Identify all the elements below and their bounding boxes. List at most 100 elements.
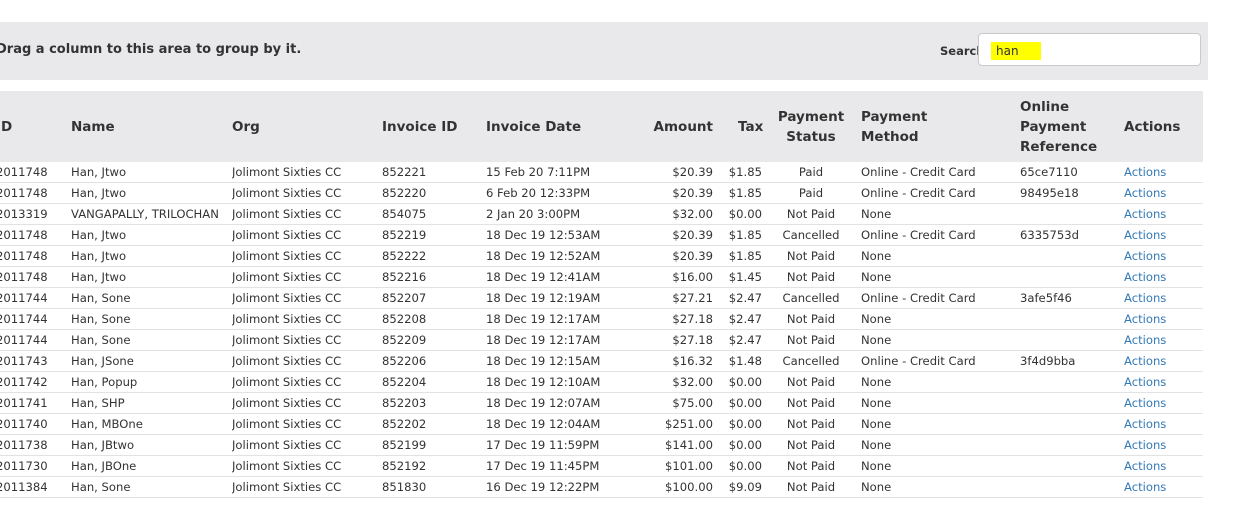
table-row[interactable]: 2011741 Han, SHP Jolimont Sixties CC 852203… — [0, 393, 1203, 414]
table-row[interactable]: 2011738 Han, JBtwo Jolimont Sixties CC 8521… — [0, 435, 1203, 456]
table-row[interactable]: 2011748 Han, Jtwo Jolimont Sixties CC 85222… — [0, 246, 1203, 267]
actions-link[interactable]: Actions — [1124, 435, 1199, 455]
cell-payment-status: Not Paid — [786, 375, 836, 389]
table-row[interactable]: 2013319 VANGAPALLY, TRILOCHAN Jolimont Six… — [0, 204, 1203, 225]
column-header-tax[interactable]: Tax — [738, 91, 774, 162]
cell-online-payment-reference — [1020, 456, 1120, 476]
cell-payment-method: None — [861, 417, 892, 431]
table-row[interactable]: 2011744 Han, Sone Jolimont Sixties CC 85220… — [0, 288, 1203, 309]
cell-id: 2011744 — [0, 333, 48, 347]
cell-name: Han, Jtwo — [71, 228, 127, 242]
cell-name: Han, Jtwo — [71, 270, 127, 284]
table-row[interactable]: 2011740 Han, MBOne Jolimont Sixties CC 8522… — [0, 414, 1203, 435]
actions-link[interactable]: Actions — [1124, 246, 1199, 266]
cell-tax: $2.47 — [728, 312, 762, 326]
cell-id: 2011748 — [0, 249, 48, 263]
cell-payment-method: None — [861, 480, 892, 494]
actions-link[interactable]: Actions — [1124, 183, 1199, 203]
cell-id: 2013319 — [0, 207, 48, 221]
table-row[interactable]: 2011744 Han, Sone Jolimont Sixties CC 85220… — [0, 309, 1203, 330]
table-row[interactable]: 2011744 Han, Sone Jolimont Sixties CC 85220… — [0, 330, 1203, 351]
cell-amount: $141.00 — [665, 438, 713, 452]
column-header-id[interactable]: ID — [0, 91, 56, 162]
cell-id: 2011748 — [0, 270, 48, 284]
cell-org: Jolimont Sixties CC — [232, 396, 342, 410]
column-header-org[interactable]: Org — [232, 91, 372, 162]
cell-online-payment-reference — [1020, 477, 1120, 497]
cell-tax: $0.00 — [728, 459, 762, 473]
cell-id: 2011740 — [0, 417, 48, 431]
cell-tax: $0.00 — [728, 417, 762, 431]
table-row[interactable]: 2011730 Han, JBOne Jolimont Sixties CC 8521… — [0, 456, 1203, 477]
actions-link[interactable]: Actions — [1124, 267, 1199, 287]
actions-link[interactable]: Actions — [1124, 393, 1199, 413]
cell-payment-method: Online - Credit Card — [861, 291, 976, 305]
search-input[interactable] — [991, 42, 1041, 60]
column-header-invoice-id[interactable]: Invoice ID — [382, 91, 482, 162]
cell-name: Han, Sone — [71, 480, 131, 494]
cell-payment-status: Not Paid — [786, 207, 836, 221]
cell-payment-method: None — [861, 396, 892, 410]
cell-amount: $101.00 — [665, 459, 713, 473]
cell-tax: $0.00 — [728, 375, 762, 389]
cell-tax: $0.00 — [728, 438, 762, 452]
cell-invoice-date: 16 Dec 19 12:22PM — [486, 480, 600, 494]
cell-amount: $75.00 — [672, 396, 713, 410]
table-row[interactable]: 2011748 Han, Jtwo Jolimont Sixties CC 85222… — [0, 162, 1203, 183]
table-row[interactable]: 2011748 Han, Jtwo Jolimont Sixties CC 85222… — [0, 183, 1203, 204]
cell-payment-status: Cancelled — [782, 228, 840, 242]
table-row[interactable]: 2011748 Han, Jtwo Jolimont Sixties CC 85221… — [0, 225, 1203, 246]
column-header-online-payment-reference[interactable]: Online Payment Reference — [1020, 91, 1115, 162]
cell-invoice-date: 18 Dec 19 12:17AM — [486, 333, 601, 347]
cell-invoice-id: 854075 — [382, 207, 427, 221]
cell-payment-method: Online - Credit Card — [861, 186, 976, 200]
column-header-payment-method[interactable]: Payment Method — [861, 91, 931, 162]
cell-payment-method: None — [861, 438, 892, 452]
table-row[interactable]: 2011384 Han, Sone Jolimont Sixties CC 85183… — [0, 477, 1203, 498]
actions-link[interactable]: Actions — [1124, 225, 1199, 245]
actions-link[interactable]: Actions — [1124, 456, 1199, 476]
column-header-amount[interactable]: Amount — [630, 91, 713, 162]
group-by-area[interactable]: Drag a column to this area to group by i… — [0, 22, 1208, 80]
cell-name: Han, Jtwo — [71, 186, 127, 200]
cell-org: Jolimont Sixties CC — [232, 354, 342, 368]
table-row[interactable]: 2011742 Han, Popup Jolimont Sixties CC 8522… — [0, 372, 1203, 393]
column-header-actions[interactable]: Actions — [1124, 91, 1199, 162]
cell-amount: $27.21 — [672, 291, 713, 305]
table-row[interactable]: 2011748 Han, Jtwo Jolimont Sixties CC 85221… — [0, 267, 1203, 288]
cell-id: 2011742 — [0, 375, 48, 389]
cell-id: 2011744 — [0, 291, 48, 305]
cell-invoice-id: 852199 — [382, 438, 427, 452]
cell-online-payment-reference — [1020, 435, 1120, 455]
actions-link[interactable]: Actions — [1124, 162, 1199, 182]
actions-link[interactable]: Actions — [1124, 351, 1199, 371]
actions-link[interactable]: Actions — [1124, 309, 1199, 329]
cell-id: 2011748 — [0, 165, 48, 179]
actions-link[interactable]: Actions — [1124, 414, 1199, 434]
column-header-name[interactable]: Name — [71, 91, 221, 162]
cell-online-payment-reference — [1020, 393, 1120, 413]
cell-payment-method: Online - Credit Card — [861, 228, 976, 242]
cell-online-payment-reference — [1020, 414, 1120, 434]
actions-link[interactable]: Actions — [1124, 288, 1199, 308]
column-header-invoice-date[interactable]: Invoice Date — [486, 91, 626, 162]
cell-org: Jolimont Sixties CC — [232, 228, 342, 242]
actions-link[interactable]: Actions — [1124, 372, 1199, 392]
cell-id: 2011748 — [0, 228, 48, 242]
cell-online-payment-reference: 3afe5f46 — [1020, 291, 1072, 305]
cell-amount: $32.00 — [672, 375, 713, 389]
cell-payment-method: Online - Credit Card — [861, 354, 976, 368]
actions-link[interactable]: Actions — [1124, 477, 1199, 497]
cell-invoice-id: 852206 — [382, 354, 427, 368]
actions-link[interactable]: Actions — [1124, 204, 1199, 224]
cell-org: Jolimont Sixties CC — [232, 249, 342, 263]
column-header-payment-status[interactable]: Payment Status — [776, 91, 846, 162]
cell-invoice-date: 18 Dec 19 12:17AM — [486, 312, 601, 326]
actions-link[interactable]: Actions — [1124, 330, 1199, 350]
search-box[interactable] — [978, 33, 1201, 66]
cell-tax: $2.47 — [728, 333, 762, 347]
cell-amount: $20.39 — [672, 228, 713, 242]
cell-payment-status: Not Paid — [786, 396, 836, 410]
cell-payment-method: None — [861, 459, 892, 473]
table-row[interactable]: 2011743 Han, JSone Jolimont Sixties CC 8522… — [0, 351, 1203, 372]
